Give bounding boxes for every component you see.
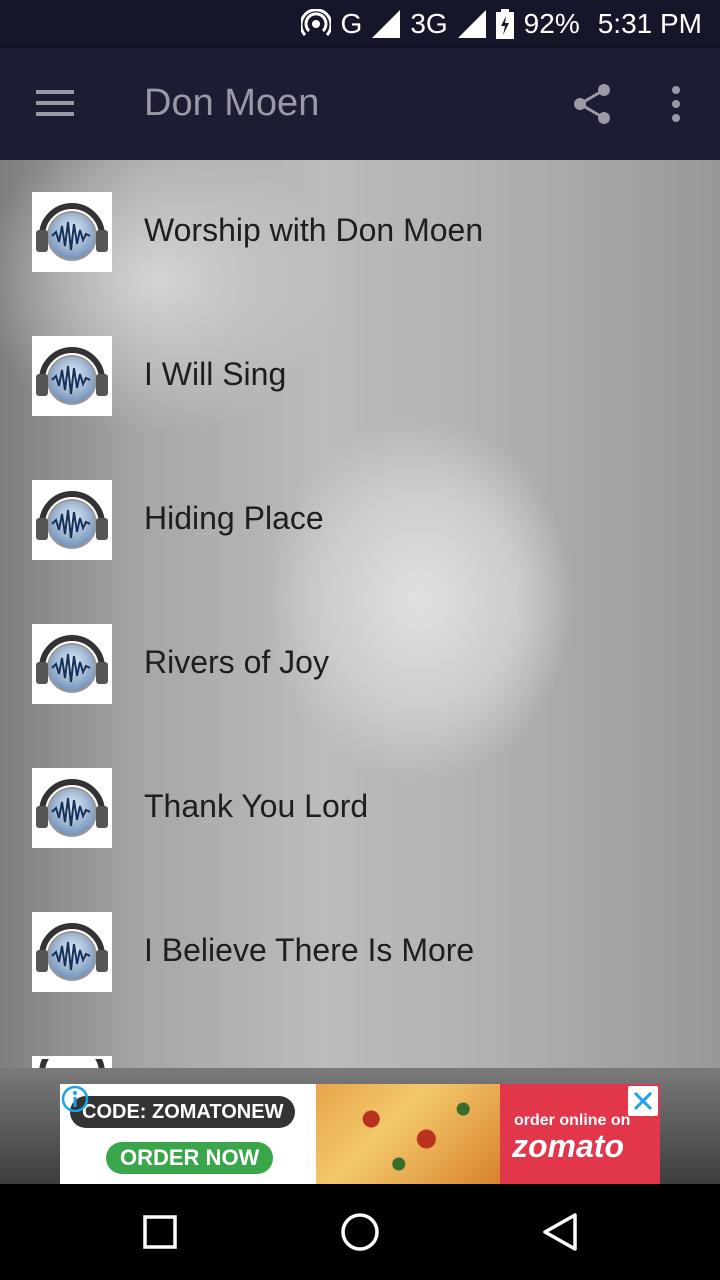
ad-close-button[interactable] (628, 1086, 658, 1116)
song-title: I Will Sing (144, 356, 287, 392)
menu-button[interactable] (28, 78, 84, 130)
headphones-icon (32, 768, 112, 848)
song-title: I Believe There Is More (144, 932, 475, 968)
headphones-icon (32, 480, 112, 560)
recents-button[interactable] (136, 1208, 184, 1256)
headphones-icon (32, 1056, 112, 1068)
clock: 5:31 PM (597, 8, 702, 39)
network-type: G (340, 8, 363, 39)
signal-icon (372, 10, 401, 38)
overflow-menu-button[interactable] (660, 80, 692, 128)
back-icon (543, 1213, 577, 1251)
system-nav-bar (0, 1184, 720, 1280)
recents-icon (143, 1215, 177, 1249)
ad-info-button[interactable] (60, 1084, 660, 1184)
list-item[interactable]: I Believe There Is More (0, 880, 720, 1024)
headphones-icon (32, 624, 112, 704)
song-title: Worship with Don Moen (144, 212, 484, 248)
song-list: Worship with Don Moen I Will Sing Hiding… (0, 160, 720, 1068)
app-bar: Don Moen (0, 48, 720, 160)
list-item[interactable]: Hiding Place (0, 448, 720, 592)
home-icon (341, 1213, 379, 1251)
headphones-icon (32, 192, 112, 272)
home-button[interactable] (336, 1208, 384, 1256)
headphones-icon (32, 336, 112, 416)
page-title: Don Moen (144, 82, 320, 124)
battery-icon (495, 9, 514, 39)
more-vert-icon (672, 86, 680, 122)
list-item[interactable]: Worship with Don Moen (0, 160, 720, 304)
list-item-partial[interactable] (0, 1048, 720, 1068)
back-button[interactable] (536, 1208, 584, 1256)
list-item[interactable]: Thank You Lord (0, 736, 720, 880)
close-icon (633, 1091, 653, 1111)
share-icon (574, 84, 610, 124)
network-type-2: 3G (410, 8, 448, 39)
headphones-icon (32, 912, 112, 992)
song-title: Rivers of Joy (144, 644, 329, 680)
info-icon (61, 1085, 89, 1113)
hotspot-icon (300, 9, 331, 37)
share-button[interactable] (568, 80, 616, 128)
list-item[interactable]: Rivers of Joy (0, 592, 720, 736)
signal-icon-2 (457, 10, 486, 38)
status-bar: G 3G 92% 5:31 PM (0, 0, 720, 48)
list-item[interactable]: I Will Sing (0, 304, 720, 448)
battery-percent: 92% (523, 8, 580, 39)
hamburger-icon (36, 90, 74, 116)
song-title: Hiding Place (144, 500, 324, 536)
song-title: Thank You Lord (144, 788, 369, 824)
